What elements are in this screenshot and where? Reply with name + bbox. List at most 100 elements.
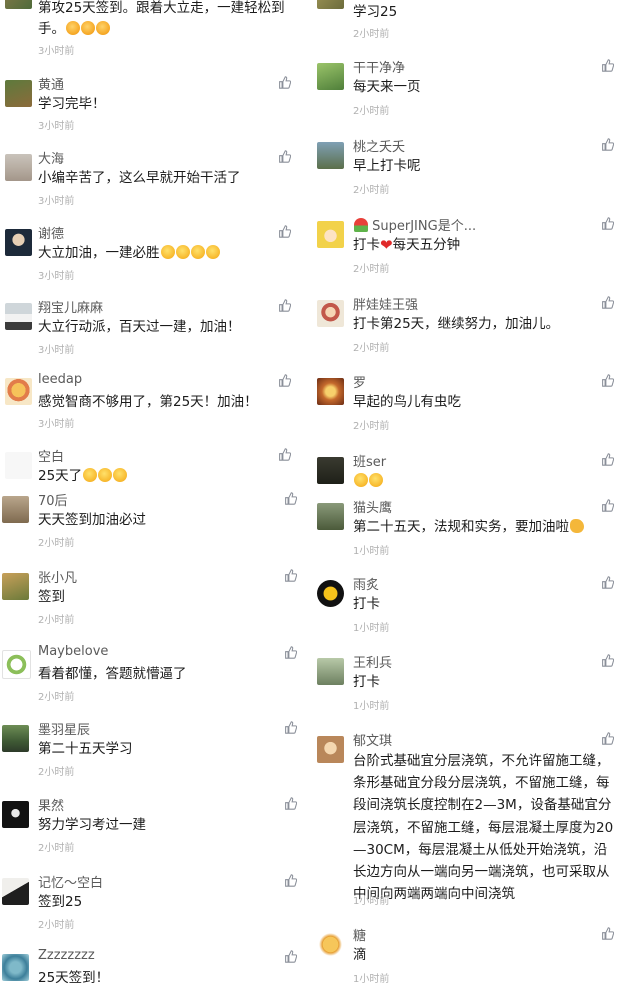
comment-time: 1小时前 — [353, 974, 390, 985]
comment-column-right: 学习25 2小时前 干干净净 每天来一页 2小时前 桃之夭夭 早上打卡呢 2小时… — [315, 0, 630, 986]
avatar[interactable] — [2, 496, 29, 523]
thumbs-up-icon[interactable] — [278, 299, 291, 312]
comment-text: 25天了 — [38, 468, 83, 484]
commenter-name[interactable]: 罗 — [353, 372, 366, 391]
commenter-name[interactable]: 墨羽星辰 — [38, 719, 90, 738]
thumbs-up-icon[interactable] — [278, 448, 291, 461]
comment-text: 台阶式基础宜分层浇筑，不允许留施工缝，条形基础宜分段分层浇筑，不留施工缝，每段间… — [353, 753, 614, 903]
comment-time: 2小时前 — [38, 767, 75, 778]
thumbs-up-icon[interactable] — [601, 927, 614, 940]
avatar[interactable] — [2, 954, 29, 981]
avatar[interactable] — [2, 573, 29, 600]
commenter-name[interactable]: 干干净净 — [353, 57, 405, 76]
commenter-name[interactable]: 翔宝儿麻麻 — [38, 297, 103, 316]
flexed-biceps-emoji-icon — [570, 519, 584, 533]
thumbs-up-icon[interactable] — [284, 569, 297, 582]
comment-text: 天天签到加油必过 — [38, 512, 146, 528]
avatar[interactable] — [317, 457, 344, 484]
commenter-name[interactable]: 果然 — [38, 795, 64, 814]
face-emoji-icon — [175, 245, 190, 259]
grin-emoji-icon — [354, 473, 368, 487]
thumbs-up-icon[interactable] — [278, 150, 291, 163]
commenter-name[interactable]: Zzzzzzzz — [38, 948, 95, 963]
commenter-name[interactable]: leedap — [38, 372, 82, 387]
thumbs-up-icon[interactable] — [284, 797, 297, 810]
commenter-name[interactable]: 猫头鹰 — [353, 497, 392, 516]
avatar[interactable] — [5, 80, 32, 107]
avatar[interactable] — [317, 931, 344, 958]
avatar[interactable] — [317, 503, 344, 530]
commenter-name[interactable]: 王利兵 — [353, 652, 392, 671]
comment-text: 签到 — [38, 589, 65, 605]
avatar[interactable] — [2, 878, 29, 905]
commenter-name[interactable]: 胖娃娃王强 — [353, 294, 418, 313]
thumbs-up-icon[interactable] — [278, 225, 291, 238]
thumbs-up-icon[interactable] — [601, 576, 614, 589]
thumbs-up-icon[interactable] — [601, 499, 614, 512]
comment-time: 2小时前 — [38, 538, 75, 549]
commenter-name[interactable]: 黄通 — [38, 74, 64, 93]
thumbs-up-icon[interactable] — [601, 374, 614, 387]
thumbs-up-icon[interactable] — [284, 721, 297, 734]
avatar[interactable] — [317, 736, 344, 763]
comment-text: 打卡 — [353, 674, 380, 690]
commenter-name[interactable]: 空白 — [38, 446, 64, 465]
avatar[interactable] — [2, 725, 29, 752]
thumbs-up-icon[interactable] — [601, 59, 614, 72]
commenter-name[interactable]: 班ser — [353, 451, 386, 470]
avatar[interactable] — [317, 580, 344, 607]
comment-text: 每天来一页 — [353, 79, 421, 95]
thumbs-up-icon[interactable] — [601, 296, 614, 309]
comment-time: 1小时前 — [353, 701, 390, 712]
comment-text: 早上打卡呢 — [353, 158, 421, 174]
avatar[interactable] — [317, 658, 344, 685]
comment-text: 看着都懂，答题就懵逼了 — [38, 666, 187, 682]
commenter-name[interactable]: 雨炙 — [353, 574, 379, 593]
avatar[interactable] — [5, 229, 32, 256]
comment-text: 第二十五天学习 — [38, 741, 133, 757]
commenter-name[interactable]: 大海 — [38, 148, 64, 167]
commenter-name[interactable]: 桃之夭夭 — [353, 136, 405, 155]
comment-time: 3小时前 — [38, 419, 75, 430]
avatar[interactable] — [317, 378, 344, 405]
thumbs-up-icon[interactable] — [284, 492, 297, 505]
commenter-name[interactable]: SuperJING是个... — [372, 219, 476, 234]
avatar[interactable] — [2, 650, 31, 679]
commenter-name[interactable]: 谢德 — [38, 223, 64, 242]
comment-time: 2小时前 — [353, 421, 390, 432]
thumbs-up-icon[interactable] — [278, 76, 291, 89]
thumbs-up-icon[interactable] — [601, 217, 614, 230]
avatar[interactable] — [317, 142, 344, 169]
commenter-name[interactable]: 记忆～空白 — [38, 872, 103, 891]
avatar[interactable] — [5, 378, 32, 405]
commenter-name[interactable]: 张小凡 — [38, 567, 77, 586]
thumbs-up-icon[interactable] — [601, 453, 614, 466]
avatar[interactable] — [317, 0, 344, 9]
thumbs-up-icon[interactable] — [284, 874, 297, 887]
thumbs-up-icon[interactable] — [601, 138, 614, 151]
avatar[interactable] — [5, 0, 32, 9]
comment-text: 第二十五天，法规和实务，要加油啦 — [353, 519, 569, 535]
avatar[interactable] — [5, 154, 32, 181]
avatar[interactable] — [317, 63, 344, 90]
commenter-name[interactable]: 糖 — [353, 925, 366, 944]
commenter-name[interactable]: 70后 — [38, 490, 68, 509]
avatar[interactable] — [5, 303, 32, 330]
face-emoji-icon — [98, 468, 113, 482]
comment-text: 大立加油，一建必胜 — [38, 245, 160, 261]
avatar[interactable] — [2, 801, 29, 828]
comment-column-left: 第攻25天签到。跟着大立走，一建轻松到手。 3小时前 黄通 学习完毕！ 3小时前… — [0, 0, 315, 986]
thumbs-up-icon[interactable] — [278, 374, 291, 387]
comment-text: 感觉智商不够用了，第25天！加油！ — [38, 394, 258, 410]
thumbs-up-icon[interactable] — [284, 950, 297, 963]
fist-emoji-icon — [81, 21, 95, 35]
thumbs-up-icon[interactable] — [601, 654, 614, 667]
avatar[interactable] — [317, 221, 344, 248]
thumbs-up-icon[interactable] — [601, 732, 614, 745]
thumbs-up-icon[interactable] — [284, 646, 297, 659]
commenter-name[interactable]: Maybelove — [38, 644, 108, 659]
avatar[interactable] — [317, 300, 344, 327]
comment-text: 学习完毕！ — [38, 96, 106, 112]
avatar[interactable] — [5, 452, 32, 479]
commenter-name[interactable]: 郁文琪 — [353, 730, 392, 749]
